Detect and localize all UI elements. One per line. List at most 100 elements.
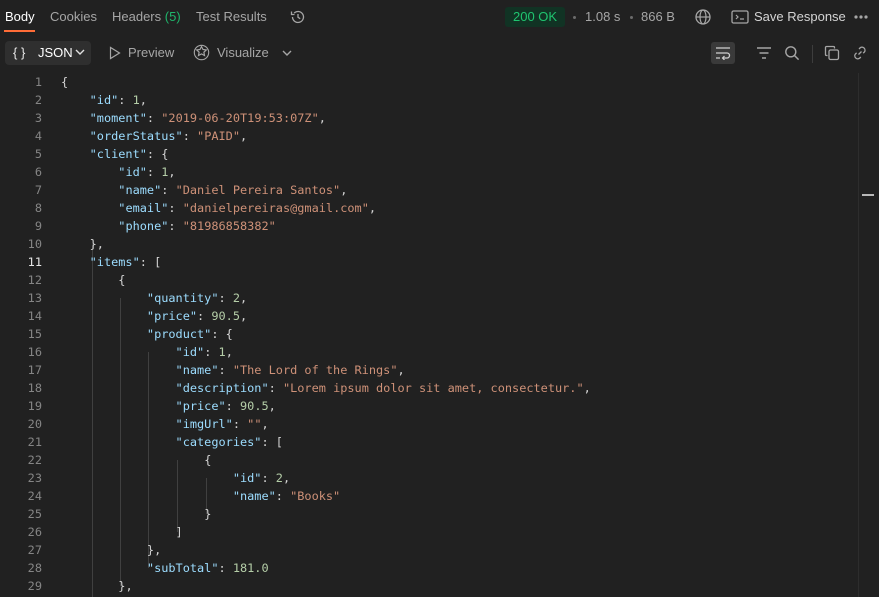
code-line: 25 } (0, 505, 858, 523)
json-value: "" (247, 417, 262, 431)
brace: { (61, 75, 69, 89)
code-line: 8 "email": "danielpereiras@gmail.com", (0, 199, 858, 217)
code-line: 11 "items": [ (0, 253, 858, 271)
format-label: JSON (38, 45, 73, 60)
code-line: 24 "name": "Books" (0, 487, 858, 505)
line-number: 15 (27, 327, 42, 341)
line-number-current: 11 (27, 255, 42, 269)
json-value: 1 (132, 93, 140, 107)
code-line: 27 }, (0, 541, 858, 559)
wrap-icon (716, 47, 731, 60)
format-select[interactable]: { } JSON (5, 41, 91, 65)
code-line: 18 "description": "Lorem ipsum dolor sit… (0, 379, 858, 397)
play-icon[interactable] (109, 46, 121, 60)
code-text: { (61, 271, 125, 289)
filter-icon[interactable] (756, 45, 772, 61)
json-key: "price" (175, 399, 226, 413)
line-number: 9 (34, 219, 42, 233)
code-text: ] (61, 523, 183, 541)
code-text: "product": { (146, 327, 233, 341)
json-key: "name" (232, 489, 276, 503)
json-key: "orderStatus" (89, 129, 183, 143)
line-number: 12 (27, 273, 42, 287)
preview-button[interactable]: Preview (128, 45, 174, 60)
code-text: "price": 90.5, (146, 309, 248, 323)
chevron-down-icon[interactable] (282, 50, 292, 57)
visualize-icon[interactable] (193, 44, 210, 61)
brace: { (204, 453, 212, 467)
code-line: 23 "id": 2, (0, 469, 858, 487)
code-line: 13 "quantity": 2, (0, 289, 858, 307)
code-text: "name": "Books" (232, 489, 341, 503)
line-number: 10 (27, 237, 42, 251)
code-line: 12 { (0, 271, 858, 289)
tab-cookies[interactable]: Cookies (50, 9, 97, 24)
code-text: "subTotal": 181.0 (146, 561, 269, 575)
json-key: "items" (89, 255, 140, 269)
json-key: "email" (118, 201, 169, 215)
code-text: "moment": "2019-06-20T19:53:07Z", (89, 111, 326, 125)
json-key: "name" (175, 363, 219, 377)
copy-icon[interactable] (824, 45, 840, 61)
json-key: "id" (118, 165, 147, 179)
json-value: 90.5 (211, 309, 240, 323)
tab-headers[interactable]: Headers (5) (112, 9, 181, 24)
line-number: 20 (27, 417, 42, 431)
code-line: 3 "moment": "2019-06-20T19:53:07Z", (0, 109, 858, 127)
code-line: 5 "client": { (0, 145, 858, 163)
json-key: "moment" (89, 111, 147, 125)
code-text: "categories": [ (175, 435, 283, 449)
code-text: } (61, 505, 211, 523)
brace: }, (89, 237, 104, 251)
globe-icon[interactable] (694, 8, 712, 26)
line-number: 24 (27, 489, 42, 503)
json-value: "2019-06-20T19:53:07Z" (161, 111, 319, 125)
code-line: 26 ] (0, 523, 858, 541)
json-value: "81986858382" (182, 219, 276, 233)
code-text: { (61, 451, 211, 469)
bracket: [ (275, 435, 283, 449)
code-text: "client": { (89, 147, 169, 161)
brace: }, (146, 543, 162, 557)
save-response-button[interactable]: Save Response (754, 9, 846, 24)
line-number: 3 (34, 111, 42, 125)
line-number: 17 (27, 363, 42, 377)
response-time[interactable]: 1.08 s (585, 9, 620, 24)
line-number: 26 (27, 525, 42, 539)
scrollbar-thumb[interactable] (862, 194, 874, 196)
more-icon[interactable] (853, 9, 869, 25)
code-text: }, (61, 541, 161, 559)
code-text: }, (61, 577, 132, 595)
status-badge[interactable]: 200 OK (505, 7, 566, 27)
save-icon[interactable] (731, 10, 749, 24)
json-code-editor[interactable]: 1{ 2 "id": 1, 3 "moment": "2019-06-20T19… (0, 73, 858, 597)
code-text: "description": "Lorem ipsum dolor sit am… (175, 381, 591, 395)
json-key: "quantity" (146, 291, 219, 305)
brace: { (161, 147, 169, 161)
tab-body[interactable]: Body (5, 9, 35, 24)
json-key: "imgUrl" (175, 417, 233, 431)
visualize-button[interactable]: Visualize (217, 45, 269, 60)
code-line: 4 "orderStatus": "PAID", (0, 127, 858, 145)
json-value: "The Lord of the Rings" (232, 363, 398, 377)
json-key: "id" (175, 345, 205, 359)
link-icon[interactable] (852, 45, 868, 61)
response-size[interactable]: 866 B (641, 9, 675, 24)
history-icon[interactable] (289, 8, 307, 26)
divider (276, 45, 277, 61)
brace: { (118, 273, 126, 287)
vertical-scrollbar[interactable] (858, 73, 879, 597)
code-text: "name": "The Lord of the Rings", (175, 363, 405, 377)
line-number: 16 (27, 345, 42, 359)
line-number: 27 (27, 543, 42, 557)
line-number: 29 (27, 579, 42, 593)
code-text: "id": 1, (175, 345, 233, 359)
line-number: 4 (34, 129, 42, 143)
code-line: 19 "price": 90.5, (0, 397, 858, 415)
tab-test-results[interactable]: Test Results (196, 9, 267, 24)
code-line: 16 "id": 1, (0, 343, 858, 361)
wrap-lines-button[interactable] (711, 42, 735, 64)
code-line: 17 "name": "The Lord of the Rings", (0, 361, 858, 379)
code-line: 21 "categories": [ (0, 433, 858, 451)
search-icon[interactable] (784, 45, 800, 61)
